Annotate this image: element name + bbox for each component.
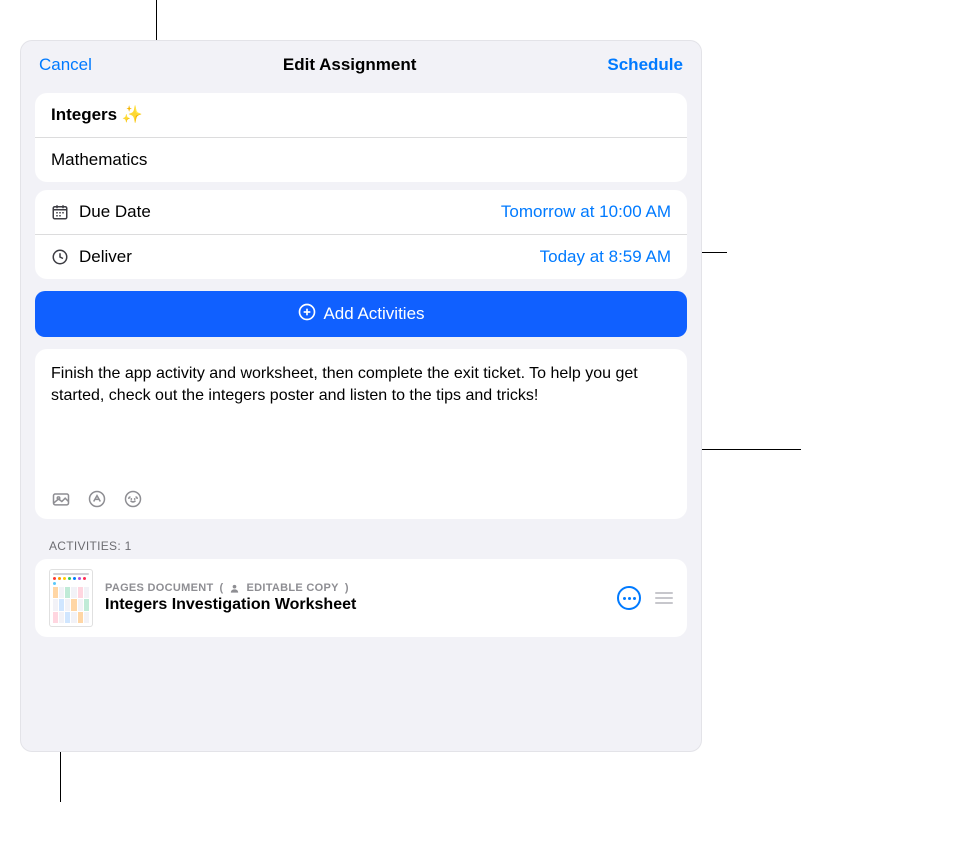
activity-item[interactable]: Pages Document ( Editable Copy ) Integer…	[35, 559, 687, 637]
activity-meta: Pages Document ( Editable Copy )	[105, 582, 605, 594]
attachment-toolbar	[51, 475, 671, 509]
activity-badge-label: Editable Copy	[246, 582, 338, 594]
add-activities-button[interactable]: Add Activities	[35, 291, 687, 337]
markup-icon[interactable]	[87, 489, 107, 509]
clock-icon	[51, 248, 69, 266]
person-icon	[229, 583, 240, 594]
callout-line-schedule	[701, 252, 727, 253]
edit-assignment-panel: Cancel Edit Assignment Schedule Integers…	[20, 40, 702, 752]
activity-actions	[617, 586, 673, 610]
deliver-label: Deliver	[79, 247, 132, 267]
deliver-value[interactable]: Today at 8:59 AM	[540, 247, 671, 267]
page-title: Edit Assignment	[283, 55, 417, 75]
due-date-label: Due Date	[79, 202, 151, 222]
add-activities-label: Add Activities	[323, 304, 424, 324]
more-button[interactable]	[617, 586, 641, 610]
plus-circle-icon	[297, 302, 317, 327]
schedule-card: Due Date Tomorrow at 10:00 AM Deliver To…	[35, 190, 687, 279]
cancel-button[interactable]: Cancel	[39, 55, 92, 75]
deliver-row[interactable]: Deliver Today at 8:59 AM	[35, 235, 687, 279]
activity-title: Integers Investigation Worksheet	[105, 596, 605, 614]
callout-line-instructions	[701, 449, 801, 450]
activity-type-label: Pages Document	[105, 582, 214, 594]
class-field[interactable]: Mathematics	[35, 138, 687, 182]
due-date-row[interactable]: Due Date Tomorrow at 10:00 AM	[35, 190, 687, 234]
instructions-text[interactable]: Finish the app activity and worksheet, t…	[51, 363, 671, 406]
instructions-card: Finish the app activity and worksheet, t…	[35, 349, 687, 519]
assignment-title-field[interactable]: Integers ✨	[35, 93, 687, 137]
activities-section-header: Activities: 1	[49, 539, 673, 553]
schedule-button[interactable]: Schedule	[607, 55, 683, 75]
activity-thumbnail	[49, 569, 93, 627]
ellipsis-icon	[623, 597, 636, 600]
photo-icon[interactable]	[51, 489, 71, 509]
activity-info: Pages Document ( Editable Copy ) Integer…	[105, 582, 605, 614]
drag-handle[interactable]	[655, 592, 673, 604]
title-card: Integers ✨ Mathematics	[35, 93, 687, 182]
audio-icon[interactable]	[123, 489, 143, 509]
due-date-value[interactable]: Tomorrow at 10:00 AM	[501, 202, 671, 222]
header-bar: Cancel Edit Assignment Schedule	[21, 41, 701, 85]
calendar-icon	[51, 203, 69, 221]
